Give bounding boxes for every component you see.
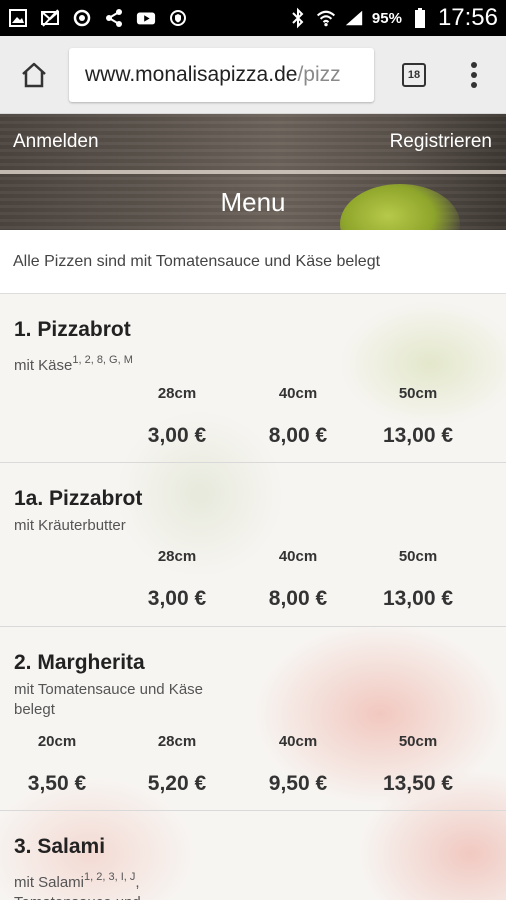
item-title: 1a. Pizzabrot: [14, 487, 143, 510]
shield-icon: [168, 8, 188, 28]
item-description: mit Tomatensauce und Käse belegt: [14, 681, 204, 718]
clock: 17:56: [437, 4, 498, 31]
item-title: 3. Salami: [14, 835, 106, 858]
price[interactable]: 3,50 €: [7, 772, 107, 796]
share-icon: [104, 8, 124, 28]
auth-row: Anmelden Registrieren: [0, 114, 506, 170]
overflow-menu-button[interactable]: [464, 58, 484, 92]
menu-item[interactable]: 2. Margherita mit Tomatensauce und Käse …: [0, 627, 506, 811]
battery-icon: [410, 8, 430, 28]
item-title: 1. Pizzabrot: [14, 318, 131, 341]
size-label: 28cm: [157, 733, 197, 750]
price[interactable]: 13,00 €: [368, 587, 468, 611]
menu-item[interactable]: 3. Salami mit Salami1, 2, 3, I, J, Tomat…: [0, 811, 506, 900]
mail-off-icon: [40, 8, 60, 28]
menu-list: 1. Pizzabrot mit Käse1, 2, 8, G, M 28cm …: [0, 294, 506, 900]
status-bar: 95% 17:56: [0, 0, 506, 36]
price[interactable]: 13,50 €: [368, 772, 468, 796]
size-label: 20cm: [37, 733, 77, 750]
size-label: 40cm: [278, 733, 318, 750]
site-header: Anmelden Registrieren Menu: [0, 114, 506, 230]
youtube-icon: [136, 8, 156, 28]
url-domain: www.monalisapizza.de: [85, 63, 298, 86]
price[interactable]: 3,00 €: [127, 587, 227, 611]
register-link[interactable]: Registrieren: [390, 131, 492, 153]
size-label: 50cm: [398, 548, 438, 565]
size-label: 50cm: [398, 385, 438, 402]
price[interactable]: 3,00 €: [127, 424, 227, 448]
price[interactable]: 9,50 €: [248, 772, 348, 796]
gallery-icon: [8, 8, 28, 28]
allergen-codes: 1, 2, 3, I, J: [84, 871, 136, 883]
tab-count: 18: [407, 69, 421, 81]
price[interactable]: 8,00 €: [248, 587, 348, 611]
price[interactable]: 13,00 €: [368, 424, 468, 448]
browser-toolbar: www.monalisapizza.de/pizz 18: [0, 36, 506, 114]
price[interactable]: 5,20 €: [127, 772, 227, 796]
menu-notice: Alle Pizzen sind mit Tomatensauce und Kä…: [0, 230, 506, 294]
allergen-codes: 1, 2, 8, G, M: [72, 354, 133, 366]
size-label: 28cm: [157, 385, 197, 402]
tabs-button[interactable]: 18: [402, 63, 426, 87]
overflow-menu-icon: [471, 62, 477, 88]
size-label: 40cm: [278, 385, 318, 402]
page-title: Menu: [220, 186, 286, 217]
item-description: mit Käse1, 2, 8, G, M: [14, 350, 234, 376]
sync-icon: [72, 8, 92, 28]
item-description-text: mit Salami: [14, 874, 85, 891]
price[interactable]: 8,00 €: [248, 424, 348, 448]
item-title: 2. Margherita: [14, 651, 145, 674]
address-bar[interactable]: www.monalisapizza.de/pizz: [69, 48, 374, 102]
size-label: 40cm: [278, 548, 318, 565]
menu-item[interactable]: 1a. Pizzabrot mit Kräuterbutter 28cm 40c…: [0, 463, 506, 627]
item-description: mit Salami1, 2, 3, I, J, Tomatensauce un…: [14, 867, 234, 900]
item-description: mit Kräuterbutter: [14, 517, 126, 534]
wifi-icon: [316, 8, 336, 28]
menu-item[interactable]: 1. Pizzabrot mit Käse1, 2, 8, G, M 28cm …: [0, 294, 506, 463]
battery-percent: 95%: [371, 9, 402, 27]
url-path: /pizz: [297, 63, 341, 86]
item-description-text: mit Käse: [14, 357, 73, 374]
signal-icon: [344, 8, 364, 28]
size-label: 28cm: [157, 548, 197, 565]
home-icon: [22, 62, 46, 88]
login-link[interactable]: Anmelden: [13, 131, 99, 153]
home-button[interactable]: [18, 59, 50, 91]
size-label: 50cm: [398, 733, 438, 750]
bluetooth-icon: [288, 7, 308, 29]
